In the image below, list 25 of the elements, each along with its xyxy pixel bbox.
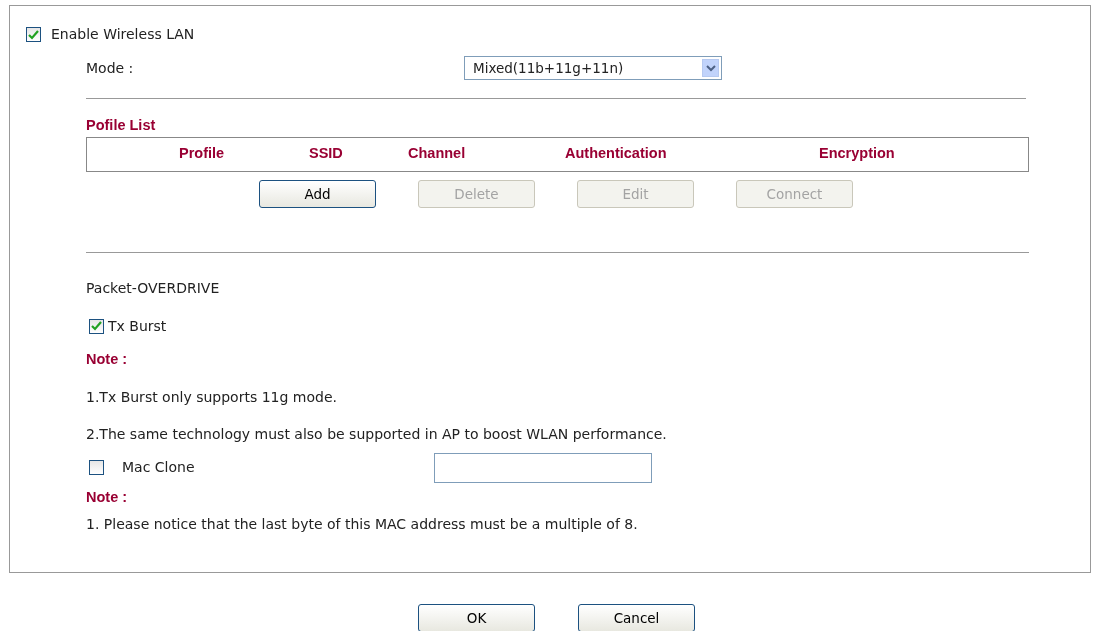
dialog-button[interactable]: OK (418, 604, 535, 631)
column-header: Channel (408, 145, 466, 162)
mac-input-field[interactable] (434, 452, 652, 483)
note-text: 2.The same technology must also be supported in AP to boost WLAN performance. (86, 424, 668, 444)
column-header: SSID (309, 145, 343, 162)
checkbox-label: Mac Clone (122, 458, 196, 477)
note-text: 1.Tx Burst only supports 11g mode. (86, 387, 338, 407)
section-title: Packet-OVERDRIVE (86, 278, 221, 298)
mode-label: Mode : (86, 58, 135, 78)
note-text: 1. Please notice that the last byte of this MAC address must be a multiple of 8. (86, 515, 639, 535)
checkbox[interactable] (89, 318, 104, 334)
checkbox-label: Tx Burst (108, 316, 167, 336)
checkbox-label: Enable Wireless LAN (51, 25, 195, 44)
section-title: Pofile List (86, 116, 157, 135)
action-button[interactable]: Add (259, 179, 376, 208)
note-title: Note : (86, 487, 129, 507)
column-header: Authentication (565, 145, 667, 162)
checkbox[interactable] (26, 27, 41, 42)
mode-dropdown[interactable]: Mixed(11b+11g+11n) (464, 56, 722, 80)
dialog-button[interactable]: Cancel (578, 604, 695, 631)
column-header: Encryption (819, 145, 895, 162)
column-header: Profile (179, 145, 225, 162)
chevron-down-icon (702, 59, 719, 77)
checkbox[interactable] (89, 460, 104, 475)
note-title: Note : (86, 349, 129, 369)
